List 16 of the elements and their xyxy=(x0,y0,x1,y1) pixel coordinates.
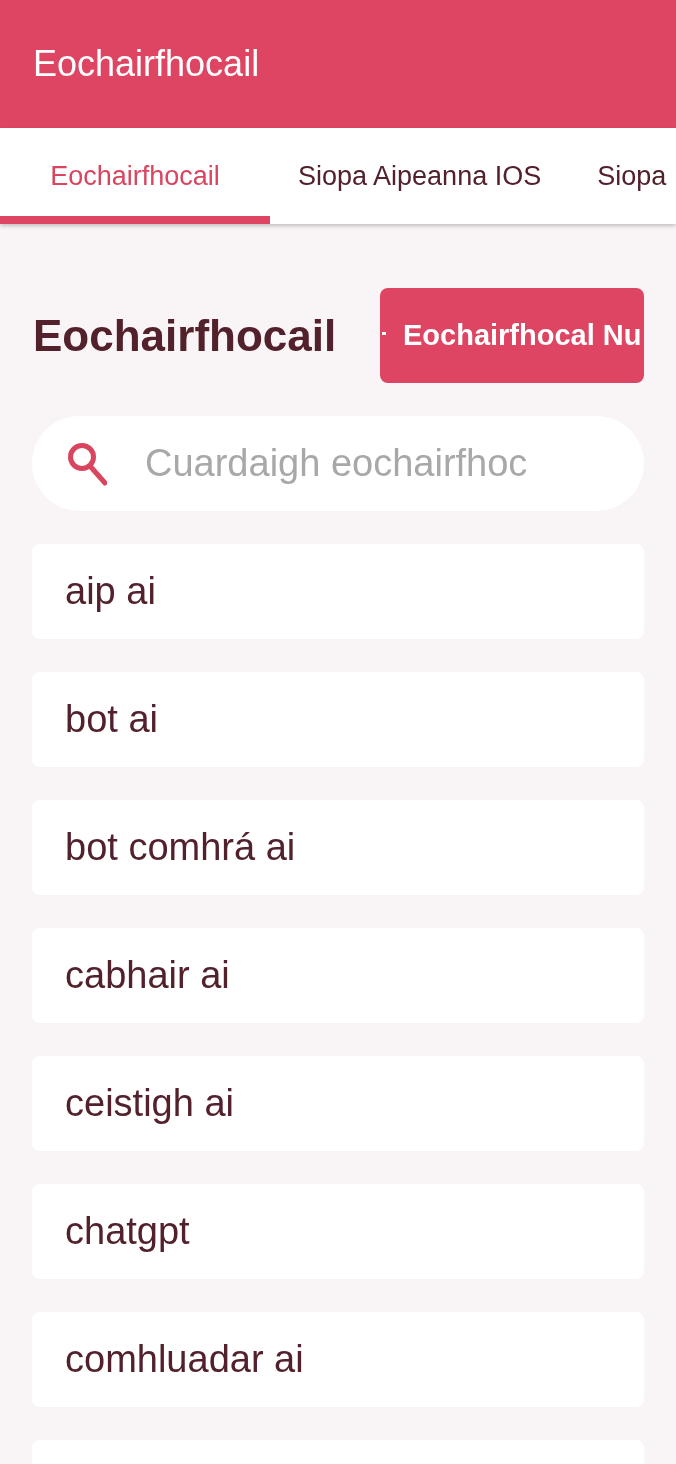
keyword-item[interactable]: ceistigh ai xyxy=(32,1056,644,1151)
keyword-item[interactable]: cabhair ai xyxy=(32,928,644,1023)
page-heading: Eochairfhocail xyxy=(33,310,337,361)
keyword-item[interactable]: bot comhrá ai xyxy=(32,800,644,895)
keyword-item[interactable]: aip ai xyxy=(32,544,644,639)
tab[interactable]: Siopa Aipeanna IOS xyxy=(270,128,570,224)
search-field[interactable]: Cuardaigh eochairfhoc xyxy=(32,416,644,511)
keyword-item[interactable]: comhluadar ai xyxy=(32,1312,644,1407)
dash-icon xyxy=(382,332,386,335)
new-keyword-button[interactable]: Eochairfhocal Nu xyxy=(380,288,644,383)
tab[interactable]: Siopa xyxy=(569,128,676,224)
search-icon xyxy=(67,442,107,486)
app-title: Eochairfhocail xyxy=(33,43,260,85)
tab[interactable]: Eochairfhocail xyxy=(0,128,270,224)
keyword-item[interactable]: chatgpt xyxy=(32,1184,644,1279)
keyword-item[interactable]: bot ai xyxy=(32,672,644,767)
